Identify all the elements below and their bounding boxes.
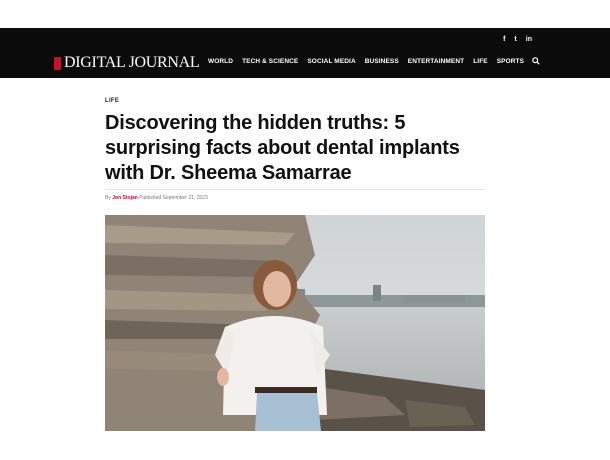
nav-item-social-media[interactable]: SOCIAL MEDIA bbox=[307, 58, 355, 66]
twitter-icon[interactable]: t bbox=[514, 36, 516, 43]
article-category[interactable]: LIFE bbox=[105, 98, 119, 104]
nav-item-sports[interactable]: SPORTS bbox=[497, 58, 524, 66]
title-divider bbox=[105, 189, 485, 190]
byline: By Jon Stojan Published September 21, 20… bbox=[105, 195, 208, 201]
article-title: Discovering the hidden truths: 5 surpris… bbox=[105, 112, 460, 184]
site-header: f t in DIGITAL JOURNAL WORLD TECH & SCIE… bbox=[0, 28, 610, 78]
article-hero-image bbox=[105, 215, 485, 431]
nav-item-world[interactable]: WORLD bbox=[208, 58, 233, 66]
logo-mark bbox=[54, 56, 61, 70]
byline-prefix: By bbox=[105, 195, 111, 201]
social-links: f t in bbox=[503, 36, 532, 43]
nav-item-entertainment[interactable]: ENTERTAINMENT bbox=[408, 58, 464, 66]
nav-item-tech-science[interactable]: TECH & SCIENCE bbox=[242, 58, 298, 66]
main-nav: WORLD TECH & SCIENCE SOCIAL MEDIA BUSINE… bbox=[208, 58, 524, 66]
nav-item-life[interactable]: LIFE bbox=[473, 58, 487, 66]
author-link[interactable]: Jon Stojan bbox=[112, 195, 138, 201]
site-logo[interactable]: DIGITAL JOURNAL bbox=[54, 54, 200, 71]
nav-item-business[interactable]: BUSINESS bbox=[365, 58, 399, 66]
search-icon[interactable] bbox=[532, 57, 540, 65]
logo-text: DIGITAL JOURNAL bbox=[64, 54, 200, 71]
linkedin-icon[interactable]: in bbox=[526, 36, 532, 43]
facebook-icon[interactable]: f bbox=[503, 36, 505, 43]
publish-date: Published September 21, 2023 bbox=[139, 195, 208, 201]
